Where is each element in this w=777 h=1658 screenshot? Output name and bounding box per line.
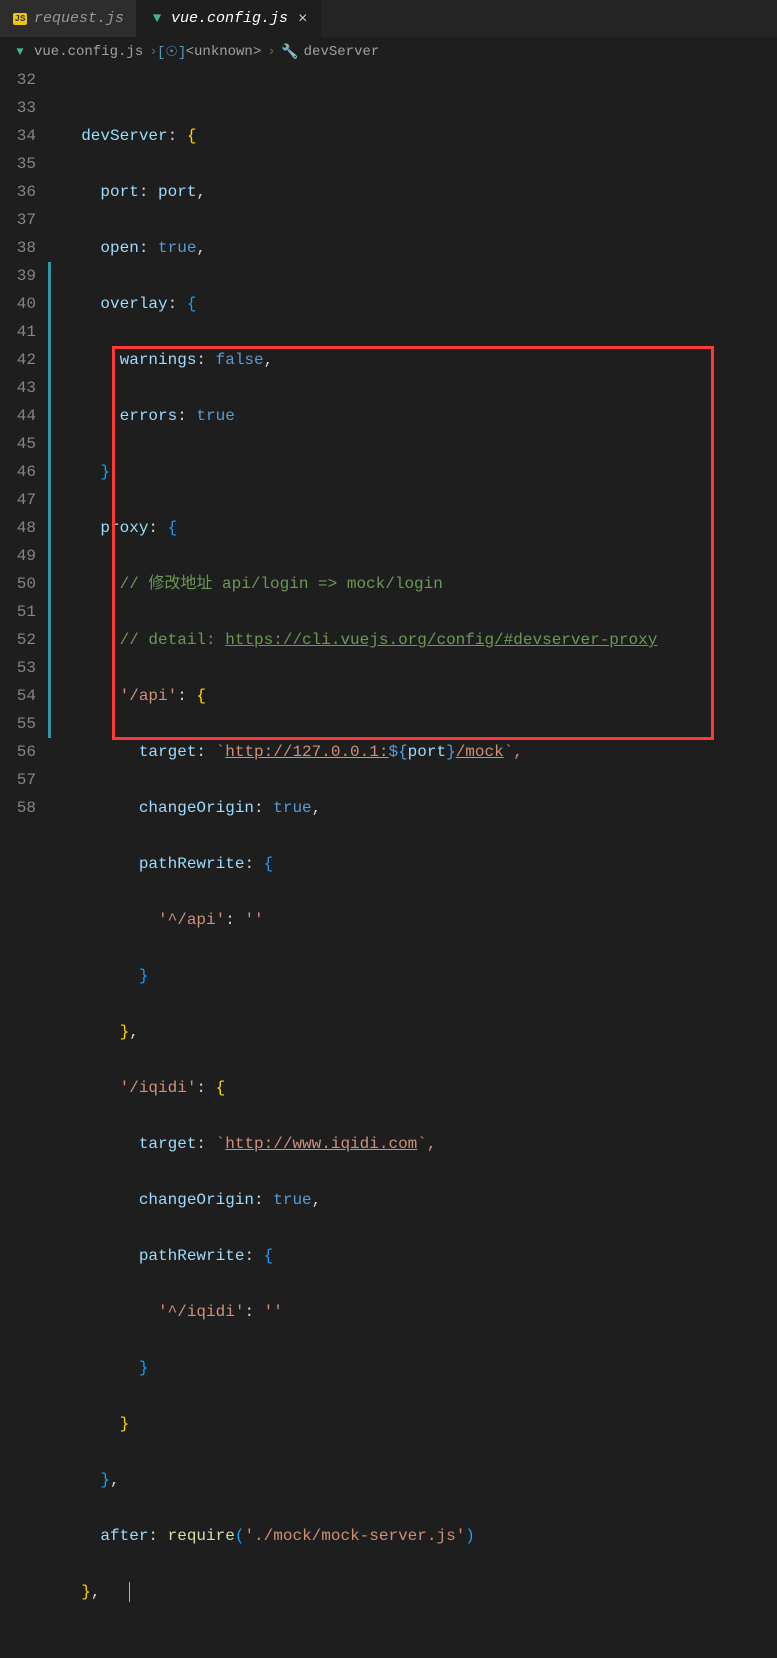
- vue-icon: ▼: [149, 11, 165, 27]
- line-number: 40: [0, 290, 36, 318]
- tab-label: request.js: [34, 10, 124, 27]
- chevron-right-icon: ›: [267, 44, 275, 60]
- breadcrumb-file[interactable]: vue.config.js: [34, 44, 143, 60]
- line-number: 49: [0, 542, 36, 570]
- line-number: 56: [0, 738, 36, 766]
- line-number: 46: [0, 458, 36, 486]
- editor[interactable]: 3233343536373839404142434445464748495051…: [0, 66, 777, 1658]
- line-number: 50: [0, 570, 36, 598]
- line-number: 54: [0, 682, 36, 710]
- line-number: 44: [0, 402, 36, 430]
- line-number: 32: [0, 66, 36, 94]
- line-number: 58: [0, 794, 36, 822]
- tab-request-js[interactable]: JS request.js: [0, 0, 137, 37]
- line-number: 38: [0, 234, 36, 262]
- line-number: 35: [0, 150, 36, 178]
- line-number: 34: [0, 122, 36, 150]
- line-number: 33: [0, 94, 36, 122]
- breadcrumb: ▼ vue.config.js › [☉] <unknown> › 🔧 devS…: [0, 38, 777, 66]
- breadcrumb-segment[interactable]: devServer: [304, 44, 380, 60]
- line-number: 57: [0, 766, 36, 794]
- line-number: 48: [0, 514, 36, 542]
- tab-vue-config-js[interactable]: ▼ vue.config.js ×: [137, 0, 321, 37]
- line-number: 47: [0, 486, 36, 514]
- line-number: 53: [0, 654, 36, 682]
- line-number: 42: [0, 346, 36, 374]
- modified-indicator: [48, 262, 51, 738]
- tab-label: vue.config.js: [171, 10, 288, 27]
- close-icon[interactable]: ×: [298, 10, 308, 28]
- js-icon: JS: [12, 11, 28, 27]
- line-number: 52: [0, 626, 36, 654]
- line-number: 41: [0, 318, 36, 346]
- tab-bar: JS request.js ▼ vue.config.js ×: [0, 0, 777, 38]
- line-number: 39: [0, 262, 36, 290]
- line-number-gutter: 3233343536373839404142434445464748495051…: [0, 66, 54, 1658]
- text-cursor: [129, 1582, 130, 1602]
- vue-icon: ▼: [12, 44, 28, 60]
- line-number: 55: [0, 710, 36, 738]
- line-number: 43: [0, 374, 36, 402]
- wrench-icon: 🔧: [282, 44, 298, 60]
- line-number: 37: [0, 206, 36, 234]
- breadcrumb-segment[interactable]: <unknown>: [186, 44, 262, 60]
- line-number: 45: [0, 430, 36, 458]
- module-icon: [☉]: [164, 44, 180, 60]
- line-number: 51: [0, 598, 36, 626]
- line-number: 36: [0, 178, 36, 206]
- code-area[interactable]: devServer: { port: port, open: true, ove…: [54, 66, 777, 1658]
